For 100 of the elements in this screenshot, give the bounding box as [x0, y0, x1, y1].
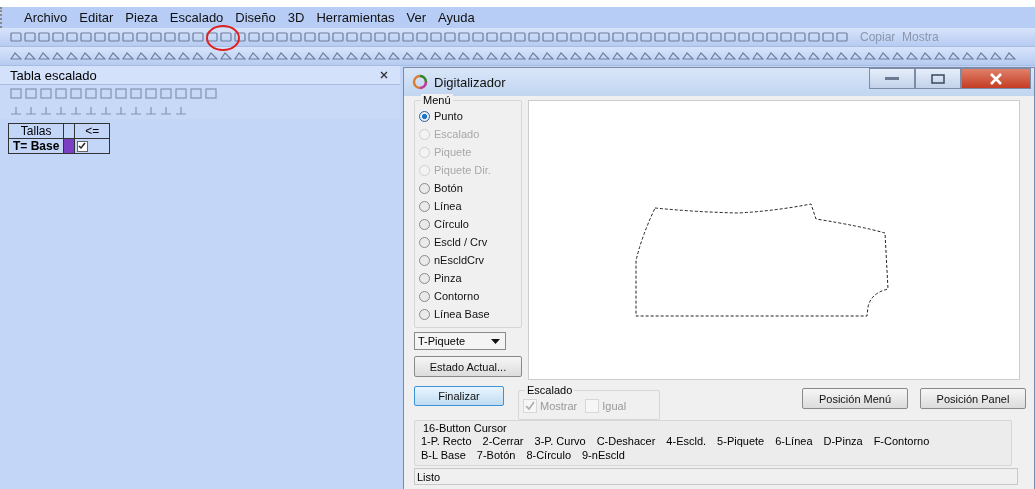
toolbar-icon[interactable] [976, 50, 988, 62]
toolbar-icon[interactable] [346, 50, 358, 62]
toolbar-icon[interactable] [205, 88, 217, 99]
toolbar-icon[interactable] [234, 31, 246, 43]
finish-button[interactable]: Finalizar [414, 386, 504, 406]
toolbar-icon[interactable] [136, 31, 148, 43]
toolbar-icon[interactable] [175, 88, 187, 99]
toolbar-icon[interactable] [864, 50, 876, 62]
toolbar-icon[interactable] [444, 50, 456, 62]
toolbar-icon[interactable] [108, 50, 120, 62]
toolbar-icon[interactable] [878, 50, 890, 62]
toolbar-icon[interactable] [24, 31, 36, 43]
radio-option[interactable]: Pinza [419, 269, 517, 287]
toolbar-icon[interactable] [304, 31, 316, 43]
toolbar-icon[interactable] [100, 105, 112, 116]
toolbar-icon[interactable] [640, 50, 652, 62]
toolbar-icon[interactable] [206, 50, 218, 62]
toolbar-icon[interactable] [906, 50, 918, 62]
toolbar-icon[interactable] [115, 88, 127, 99]
toolbar-icon[interactable] [794, 31, 806, 43]
toolbar-icon[interactable] [130, 88, 142, 99]
toolbar-icon[interactable] [100, 88, 112, 99]
toolbar-icon[interactable] [290, 31, 302, 43]
toolbar-icon[interactable] [248, 31, 260, 43]
toolbar-icon[interactable] [52, 50, 64, 62]
close-icon[interactable] [380, 71, 388, 79]
toolbar-icon[interactable] [52, 31, 64, 43]
toolbar-icon[interactable] [175, 105, 187, 116]
toolbar-icon[interactable] [190, 88, 202, 99]
toolbar-icon[interactable] [192, 31, 204, 43]
toolbar-icon[interactable] [388, 50, 400, 62]
toolbar-icon[interactable] [612, 50, 624, 62]
toolbar-icon[interactable] [150, 31, 162, 43]
toolbar-icon[interactable] [696, 31, 708, 43]
toolbar-icon[interactable] [276, 50, 288, 62]
toolbar-icon[interactable] [332, 50, 344, 62]
toolbar-icon[interactable] [150, 50, 162, 62]
menu-item[interactable]: Ayuda [438, 10, 475, 25]
toolbar-icon[interactable] [528, 50, 540, 62]
toolbar-icon[interactable] [55, 105, 67, 116]
toolbar-icon[interactable] [682, 31, 694, 43]
toolbar-icon[interactable] [626, 50, 638, 62]
radio-option[interactable]: Línea [419, 197, 517, 215]
toolbar-icon[interactable] [430, 50, 442, 62]
toolbar-icon[interactable] [626, 31, 638, 43]
toolbar-icon[interactable] [346, 31, 358, 43]
toolbar-icon[interactable] [682, 50, 694, 62]
toolbar-icon[interactable] [598, 31, 610, 43]
minimize-button[interactable] [869, 68, 915, 89]
position-button[interactable]: Posición Panel [920, 388, 1026, 409]
toolbar-icon[interactable] [598, 50, 610, 62]
toolbar-icon[interactable] [192, 50, 204, 62]
toolbar-icon[interactable] [38, 50, 50, 62]
toolbar-icon[interactable] [458, 31, 470, 43]
toolbar-icon[interactable] [486, 50, 498, 62]
toolbar-icon[interactable] [85, 88, 97, 99]
toolbar-icon[interactable] [178, 31, 190, 43]
toolbar-icon[interactable] [836, 31, 848, 43]
toolbar-icon[interactable] [24, 50, 36, 62]
toolbar-icon[interactable] [160, 105, 172, 116]
toolbar-icon[interactable] [556, 50, 568, 62]
radio-option[interactable]: Botón [419, 179, 517, 197]
toolbar-icon[interactable] [766, 31, 778, 43]
toolbar-icon[interactable] [416, 31, 428, 43]
toolbar-icon[interactable] [528, 31, 540, 43]
toolbar-icon[interactable] [822, 31, 834, 43]
menu-item[interactable]: 3D [287, 10, 305, 25]
toolbar-icon[interactable] [66, 31, 78, 43]
toolbar-icon[interactable] [934, 50, 946, 62]
toolbar-icon[interactable] [220, 31, 232, 43]
checkbox[interactable] [77, 141, 89, 152]
toolbar-icon[interactable] [248, 50, 260, 62]
toolbar-icon[interactable] [668, 50, 680, 62]
toolbar-icon[interactable] [654, 31, 666, 43]
toolbar-icon[interactable] [130, 105, 142, 116]
toolbar-icon[interactable] [808, 31, 820, 43]
toolbar-icon[interactable] [584, 50, 596, 62]
toolbar-icon[interactable] [696, 50, 708, 62]
toolbar-icon[interactable] [738, 50, 750, 62]
toolbar-icon[interactable] [85, 105, 97, 116]
toolbar-icon[interactable] [122, 50, 134, 62]
toolbar-icon[interactable] [920, 50, 932, 62]
toolbar-icon[interactable] [402, 31, 414, 43]
toolbar-icon[interactable] [416, 50, 428, 62]
menu-item[interactable]: Ver [406, 10, 426, 25]
toolbar-icon[interactable] [10, 105, 22, 116]
toolbar-icon[interactable] [70, 88, 82, 99]
toolbar-icon[interactable] [145, 88, 157, 99]
radio-option[interactable]: Línea Base [419, 305, 517, 323]
toolbar-icon[interactable] [70, 105, 82, 116]
toolbar-icon[interactable] [486, 31, 498, 43]
toolbar-icon[interactable] [388, 31, 400, 43]
toolbar-icon[interactable] [160, 88, 172, 99]
radio-option[interactable]: Escld / Crv [419, 233, 517, 251]
toolbar-icon[interactable] [262, 31, 274, 43]
radio-option[interactable]: Círculo [419, 215, 517, 233]
toolbar-icon[interactable] [948, 50, 960, 62]
toolbar-icon[interactable] [710, 31, 722, 43]
menu-item[interactable]: Editar [79, 10, 114, 25]
toolbar-icon[interactable] [290, 50, 302, 62]
